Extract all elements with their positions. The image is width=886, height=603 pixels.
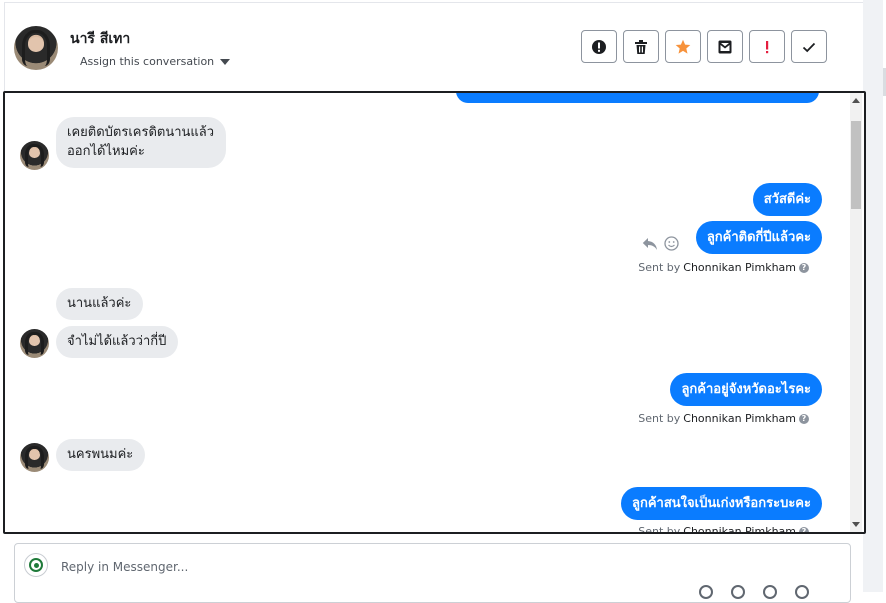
outgoing-message: สวัสดีค่ะ [752,183,822,216]
envelope-icon [718,40,732,53]
help-icon[interactable]: ? [799,526,809,532]
sent-by-label: Sent by [638,261,681,274]
image-icon[interactable] [731,585,745,599]
checkmark-icon [802,42,816,52]
sender-name: Chonnikan Pimkham [683,261,796,274]
contact-avatar [20,443,49,472]
emoji-reaction-icon[interactable] [664,236,679,251]
avatar-face [29,147,40,158]
contact-avatar [20,141,49,170]
outgoing-message-partial [456,93,819,103]
exclamation-icon [766,40,769,53]
page-logo-icon [24,553,48,577]
delete-button[interactable] [623,30,659,63]
star-icon [675,39,691,54]
sent-by-line: Sent by Chonnikan Pimkham ? [638,525,809,534]
message-line: ออกได้ไหมค่ะ [67,144,145,159]
emoji-icon[interactable] [763,585,777,599]
conversation-scrollbar[interactable] [850,93,862,532]
sent-by-line: Sent by Chonnikan Pimkham ? [638,412,809,425]
cart-icon[interactable] [795,585,809,599]
sent-by-line: Sent by Chonnikan Pimkham ? [638,261,809,274]
contact-name[interactable]: นารี สีเทา [70,28,130,50]
help-icon[interactable]: ? [799,262,809,273]
reply-input[interactable] [59,556,663,578]
incoming-message: จำไม่ได้แล้วว่ากี่ปี [56,326,179,358]
conversation-header: นารี สีเทา Assign this conversation [0,0,863,90]
outgoing-message: ลูกค้าสนใจเป็นเก่งหรือกระบะคะ [621,487,822,520]
assign-label: Assign this conversation [80,55,215,68]
mark-unread-button[interactable] [707,30,743,63]
mark-done-button[interactable] [791,30,827,63]
star-button[interactable] [665,30,701,63]
exclamation-circle-icon [592,39,606,54]
reply-composer [14,543,851,603]
caret-down-icon [220,59,231,65]
message-line: เคยติดบัตรเครดิตนานแล้ว [67,125,215,140]
avatar-face [29,449,40,460]
composer-tools [699,585,809,599]
scroll-down-arrow-icon[interactable] [852,522,860,527]
incoming-message: นครพนมค่ะ [56,439,146,471]
contact-avatar[interactable] [14,26,58,70]
help-icon[interactable]: ? [799,413,809,424]
conversation-thread[interactable]: เคยติดบัตรเครดิตนานแล้ว ออกได้ไหมค่ะ สวั… [3,91,866,534]
sent-by-label: Sent by [638,412,681,425]
conversation-toolbar [581,30,827,63]
avatar-face [29,335,40,346]
sender-name: Chonnikan Pimkham [683,525,796,534]
avatar-face [28,36,44,52]
spam-button[interactable] [581,30,617,63]
logo-core [34,563,39,568]
contact-avatar [20,329,49,358]
sent-by-label: Sent by [638,525,681,534]
scrollbar-thumb[interactable] [851,121,861,209]
trash-icon [635,39,647,54]
attachment-icon[interactable] [699,585,713,599]
follow-up-button[interactable] [749,30,785,63]
incoming-message: นานแล้วค่ะ [56,288,144,320]
sender-name: Chonnikan Pimkham [683,412,796,425]
outgoing-message: ลูกค้าติดกี่ปีแล้วคะ [695,221,822,254]
outgoing-message: ลูกค้าอยู่จังหวัดอะไรคะ [670,373,822,406]
reply-icon[interactable] [642,237,658,251]
assign-conversation-dropdown[interactable]: Assign this conversation [80,55,231,68]
scroll-up-arrow-icon[interactable] [852,98,860,103]
right-panel-edge [863,0,886,592]
incoming-message: เคยติดบัตรเครดิตนานแล้ว ออกได้ไหมค่ะ [56,117,227,168]
message-actions [642,236,679,251]
